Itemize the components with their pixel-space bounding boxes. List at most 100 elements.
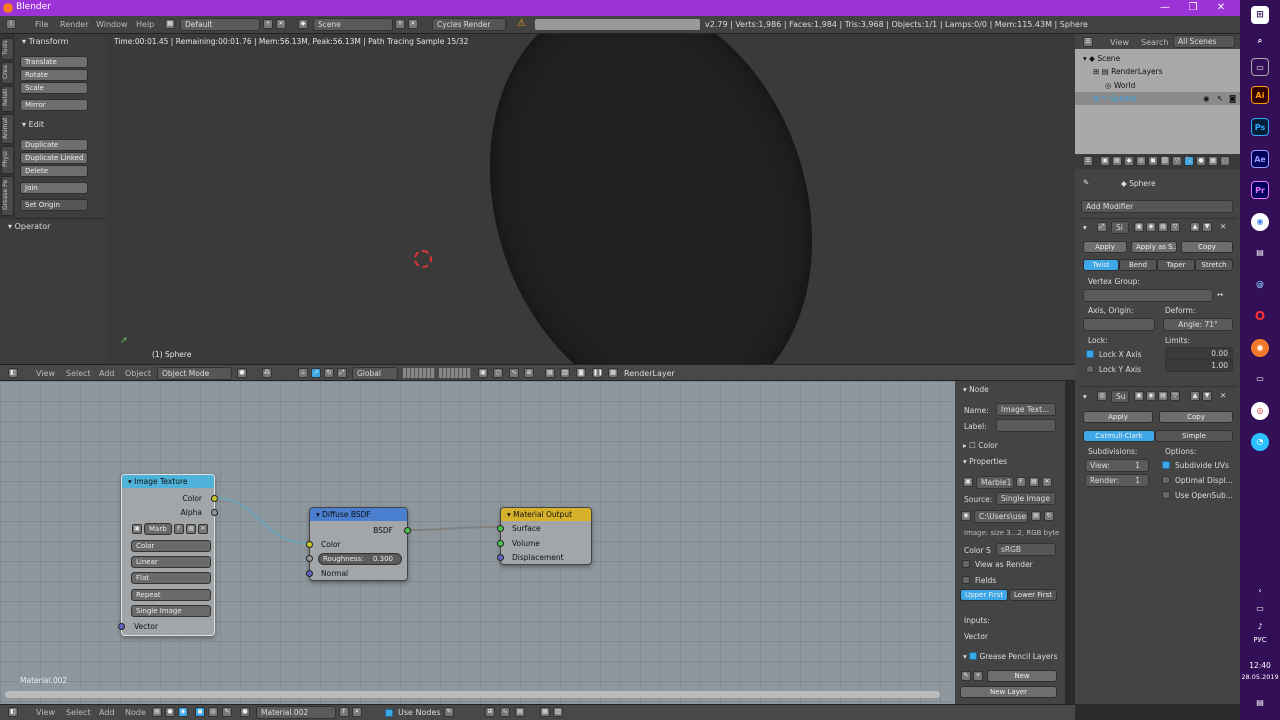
manipulator-icon[interactable]: ⊥ xyxy=(298,368,308,378)
browse-file-icon[interactable]: ▤ xyxy=(1031,511,1041,521)
clock-date[interactable]: 28.05.2019 xyxy=(1240,673,1280,681)
mode-dropdown[interactable]: Object Mode xyxy=(157,367,232,380)
lock-x-checkbox[interactable] xyxy=(1086,350,1094,358)
outliner-world-item[interactable]: ◎ World xyxy=(1105,81,1135,90)
node-menu-view[interactable]: View xyxy=(36,708,55,717)
image-texture-node[interactable]: ▾ Image Texture Color Alpha ▣ Marb F ▤ ✕… xyxy=(118,474,218,636)
optimal-display-checkbox[interactable] xyxy=(1162,476,1170,484)
output-alpha-socket[interactable] xyxy=(211,509,218,516)
twist-button[interactable]: Twist xyxy=(1083,259,1119,271)
image-name-field[interactable]: Marble1 xyxy=(976,476,1014,489)
extension-dropdown[interactable]: Repeat xyxy=(131,589,211,601)
filepath-field[interactable]: C:\Users\user... xyxy=(974,510,1028,523)
roughness-slider[interactable]: Roughness: 0.300 xyxy=(318,553,402,565)
projection-dropdown[interactable]: Flat xyxy=(131,572,211,584)
properties-editor-icon[interactable]: ☰ xyxy=(1083,156,1093,166)
layers-grid-2[interactable] xyxy=(439,368,471,378)
join-button[interactable]: Join xyxy=(20,182,88,194)
shader-nodes-icon[interactable]: ● xyxy=(165,707,175,717)
render-layers-tab-icon[interactable]: ▤ xyxy=(1112,156,1122,166)
opengl-render-icon[interactable]: ▤ xyxy=(545,368,555,378)
world-tab-icon[interactable]: ◎ xyxy=(1136,156,1146,166)
subdivide-uvs-checkbox[interactable] xyxy=(1162,461,1170,469)
texture-tab-icon[interactable]: ▦ xyxy=(1208,156,1218,166)
modifier1-name-field[interactable]: Si xyxy=(1111,221,1129,234)
blender-taskbar-icon[interactable]: ◉ xyxy=(1251,339,1269,357)
screen-layout-icon[interactable]: ▦ xyxy=(165,19,175,29)
modifier2-up-icon[interactable]: ▲ xyxy=(1190,391,1200,401)
layers-grid-1[interactable] xyxy=(403,368,435,378)
outliner-editor-icon[interactable]: ☰ xyxy=(1083,37,1093,47)
delete-scene-icon[interactable]: ✕ xyxy=(408,19,418,29)
modifiers-tab-icon[interactable]: 🔧 xyxy=(1184,156,1194,166)
3d-cursor-icon[interactable] xyxy=(414,250,432,268)
scene-tab-icon[interactable]: ◆ xyxy=(1124,156,1134,166)
taper-button[interactable]: Taper xyxy=(1157,259,1195,271)
physics-tab-icon[interactable]: ◌ xyxy=(1220,156,1230,166)
node-menu-add[interactable]: Add xyxy=(99,708,115,717)
scene-icon[interactable]: ◆ xyxy=(298,19,308,29)
camera-icon[interactable]: ◙ xyxy=(576,368,586,378)
render-levels-field[interactable]: Render: 1 xyxy=(1085,474,1149,487)
tab-grease-pencil[interactable]: Grease Pe xyxy=(1,176,14,216)
tab-physics[interactable]: Physi xyxy=(1,146,14,174)
modifier1-up-icon[interactable]: ▲ xyxy=(1190,222,1200,232)
node-editor[interactable]: ▾ Image Texture Color Alpha ▣ Marb F ▤ ✕… xyxy=(0,381,955,704)
constraints-tab-icon[interactable]: ⛓ xyxy=(1160,156,1170,166)
input-vector-socket[interactable] xyxy=(118,623,125,630)
node-menu-select[interactable]: Select xyxy=(66,708,91,717)
tab-relations[interactable]: Relati xyxy=(1,86,14,112)
delete-button[interactable]: Delete xyxy=(20,165,88,177)
material-name-field[interactable]: Material.002 xyxy=(256,706,336,719)
outliner-renderlayers-item[interactable]: ⊞ ▤ RenderLayers xyxy=(1093,67,1163,76)
catmull-clark-button[interactable]: Catmull-Clark xyxy=(1083,430,1155,442)
selectability-icon[interactable]: ↖ xyxy=(1217,94,1223,103)
material-slot-icon[interactable]: ◼ xyxy=(195,707,205,717)
translate-button[interactable]: Translate xyxy=(20,56,88,68)
outliner-scene-item[interactable]: ▾ ◆ Scene xyxy=(1083,54,1120,63)
proportional-edit-icon[interactable]: ○ xyxy=(493,368,503,378)
use-nodes-checkbox[interactable] xyxy=(385,709,393,717)
image-texture-header[interactable]: ▾ Image Texture xyxy=(122,475,214,488)
copy-nodes-icon[interactable]: ▤ xyxy=(515,707,525,717)
node-editor-type-icon[interactable]: ◧ xyxy=(8,707,18,717)
illustrator-icon[interactable]: Ai xyxy=(1251,86,1269,104)
files-icon[interactable]: ▤ xyxy=(1251,244,1269,262)
menu-file[interactable]: File xyxy=(35,20,48,29)
upper-first-button[interactable]: Upper First xyxy=(960,589,1008,601)
scale-manipulator-icon[interactable]: ⤢ xyxy=(337,368,347,378)
pause-icon[interactable]: ❚❚ xyxy=(592,368,603,378)
new-layer-button[interactable]: New Layer xyxy=(960,686,1057,698)
fake-user-button[interactable]: F xyxy=(174,524,184,534)
node-panel-header[interactable]: ▾ Node xyxy=(963,385,989,394)
node-tree-type-icon[interactable]: ▤ xyxy=(152,707,162,717)
volume-icon[interactable]: ♪ xyxy=(1251,618,1269,636)
pivot-icon[interactable]: ⁂ xyxy=(262,368,272,378)
notifications-icon[interactable]: ▤ xyxy=(1251,694,1269,712)
brush-icon[interactable]: ✎ xyxy=(222,707,232,717)
origin-object-field[interactable] xyxy=(1083,318,1155,331)
translate-manipulator-icon[interactable]: ↗ xyxy=(311,368,321,378)
input-displacement-socket[interactable] xyxy=(497,554,504,561)
minimize-button[interactable]: — xyxy=(1150,0,1180,16)
media-icon[interactable]: ◎ xyxy=(1251,402,1269,420)
3d-editor-type-icon[interactable]: ◧ xyxy=(8,368,18,378)
modifier2-editmode-icon[interactable]: ▤ xyxy=(1158,391,1168,401)
material-browse-icon[interactable]: ● xyxy=(240,707,250,717)
material-tab-icon[interactable]: ● xyxy=(1196,156,1206,166)
node-editor-scrollbar[interactable] xyxy=(5,691,940,698)
opensubdiv-checkbox[interactable] xyxy=(1162,491,1170,499)
unlink-image-icon[interactable]: ✕ xyxy=(198,524,208,534)
open-image-icon[interactable]: ▤ xyxy=(186,524,196,534)
limit-max-field[interactable]: 1.00 xyxy=(1165,359,1233,372)
tab-tools[interactable]: Tools xyxy=(1,38,14,60)
menu-add[interactable]: Add xyxy=(99,369,115,378)
transform-panel-header[interactable]: ▾ Transform xyxy=(22,37,68,46)
modifier1-render-icon[interactable]: ▣ xyxy=(1134,222,1144,232)
menu-help[interactable]: Help xyxy=(136,20,154,29)
rotate-manipulator-icon[interactable]: ↻ xyxy=(324,368,334,378)
add-layout-icon[interactable]: + xyxy=(263,19,273,29)
menu-view[interactable]: View xyxy=(36,369,55,378)
output-bsdf-socket[interactable] xyxy=(404,527,411,534)
modifier1-apply-as-button[interactable]: Apply as S... xyxy=(1131,241,1177,253)
